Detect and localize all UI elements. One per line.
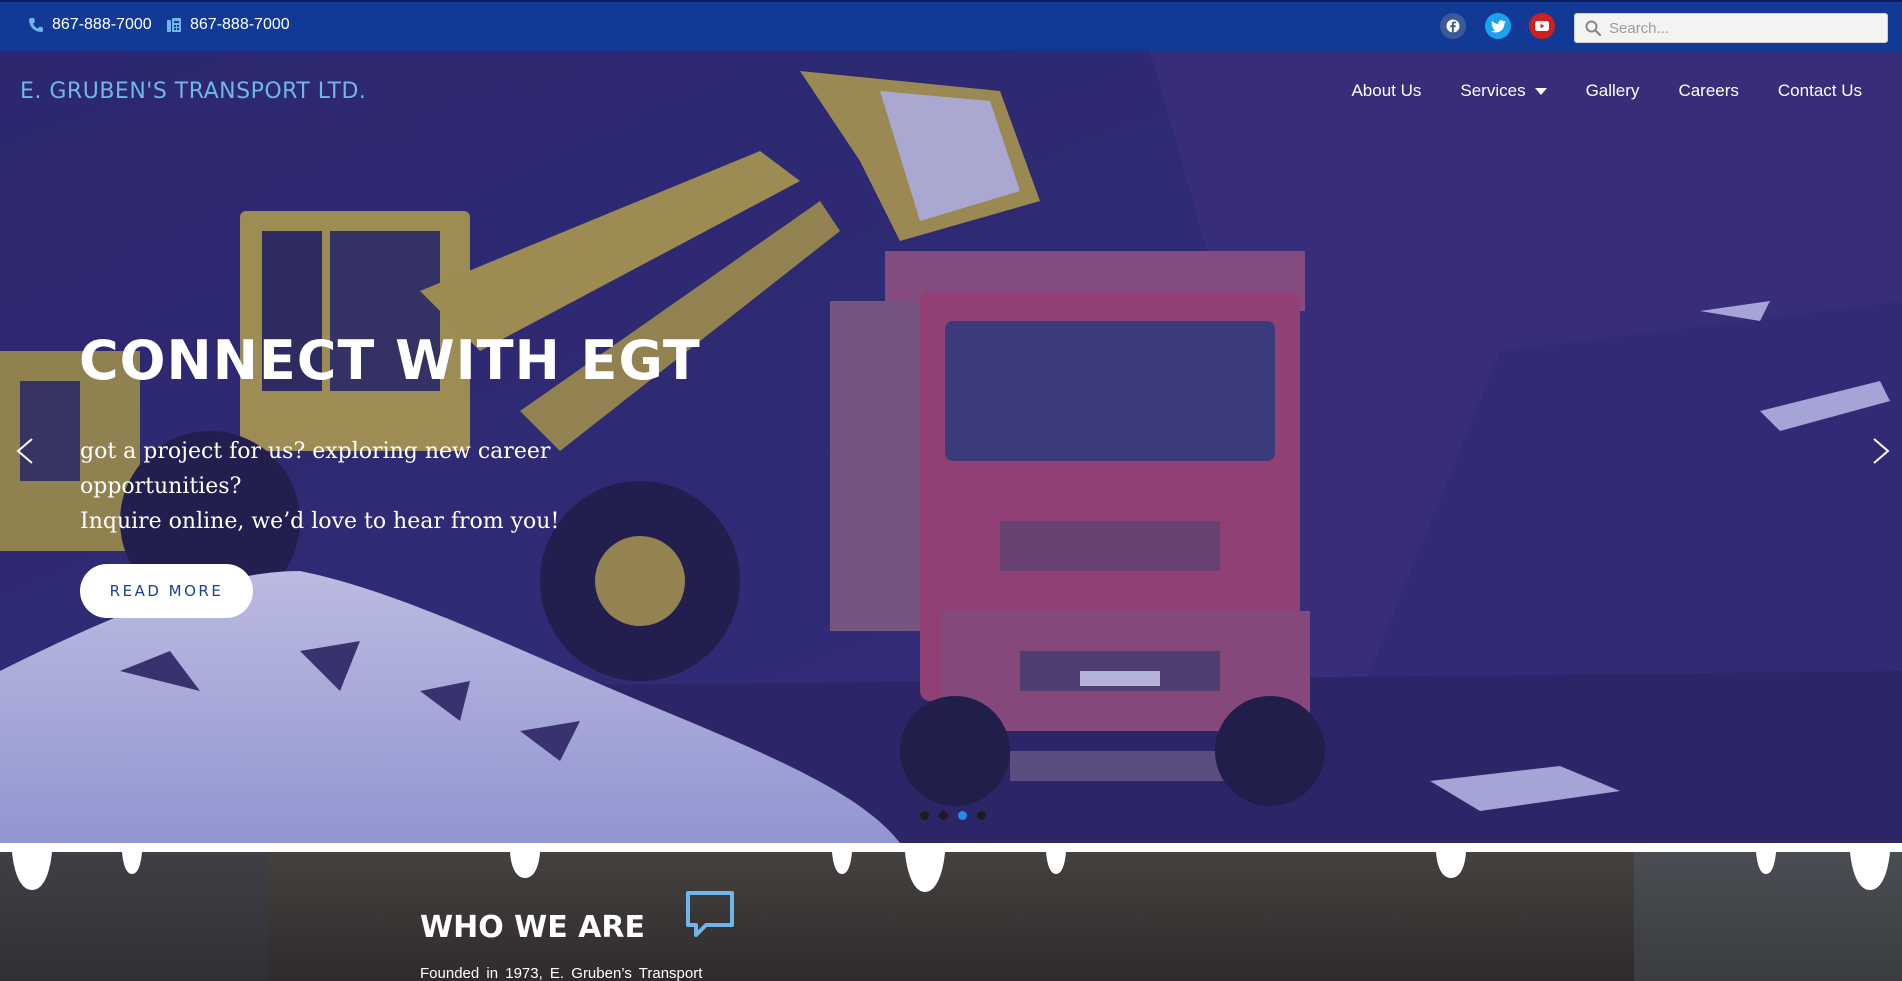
slider-dot[interactable] xyxy=(920,811,929,820)
youtube-icon xyxy=(1535,21,1549,31)
nav-services[interactable]: Services xyxy=(1460,81,1547,101)
nav-gallery[interactable]: Gallery xyxy=(1586,81,1640,101)
who-we-are-text: Founded in 1973, E. Gruben’s Transport xyxy=(420,965,703,981)
fax-contact[interactable]: 867-888-7000 xyxy=(166,16,290,34)
nav-contact-us[interactable]: Contact Us xyxy=(1778,81,1862,101)
chevron-right-icon[interactable] xyxy=(1866,431,1896,471)
hero-subtext-line-1: got a project for us? exploring new care… xyxy=(80,439,551,499)
chevron-left-icon[interactable] xyxy=(10,431,40,471)
facebook-link[interactable] xyxy=(1440,13,1466,39)
slider-dots xyxy=(920,811,986,820)
search-input[interactable] xyxy=(1609,19,1879,37)
nav-about-us[interactable]: About Us xyxy=(1351,81,1421,101)
chevron-down-icon xyxy=(1534,87,1547,95)
who-we-are-title: WHO WE ARE xyxy=(420,910,645,945)
chat-bubble-icon xyxy=(686,891,734,937)
top-bar: 867-888-7000 867-888-7000 xyxy=(0,0,1902,51)
phone-contact[interactable]: 867-888-7000 xyxy=(28,16,152,34)
site-logo[interactable]: E. GRUBEN'S TRANSPORT LTD. xyxy=(20,79,366,104)
hero-subtext-line-2: Inquire online, we’d love to hear from y… xyxy=(80,509,560,534)
facebook-icon xyxy=(1446,19,1460,33)
search-box[interactable] xyxy=(1574,13,1888,43)
twitter-link[interactable] xyxy=(1485,13,1511,39)
hero-subtext: got a project for us? exploring new care… xyxy=(80,434,700,539)
nav-careers[interactable]: Careers xyxy=(1678,81,1738,101)
hero-slider: E. GRUBEN'S TRANSPORT LTD. About Us Serv… xyxy=(0,51,1902,843)
slider-dot-active[interactable] xyxy=(958,811,967,820)
hero-headline: CONNECT WITH EGT xyxy=(79,329,701,392)
drip-divider xyxy=(12,852,1890,892)
slider-dot[interactable] xyxy=(939,811,948,820)
youtube-link[interactable] xyxy=(1529,13,1555,39)
phone-number: 867-888-7000 xyxy=(52,16,152,33)
fax-icon xyxy=(167,18,181,32)
slider-dot[interactable] xyxy=(977,811,986,820)
search-icon xyxy=(1585,20,1601,36)
fax-number: 867-888-7000 xyxy=(190,16,290,33)
who-we-are-section: WHO WE ARE Founded in 1973, E. Gruben’s … xyxy=(0,852,1902,981)
read-more-button[interactable]: READ MORE xyxy=(80,564,253,618)
nav-services-label: Services xyxy=(1460,81,1526,100)
twitter-icon xyxy=(1490,19,1506,32)
phone-icon xyxy=(29,18,43,32)
main-nav: About Us Services Gallery Careers Contac… xyxy=(1351,81,1862,101)
section-divider xyxy=(0,843,1902,852)
